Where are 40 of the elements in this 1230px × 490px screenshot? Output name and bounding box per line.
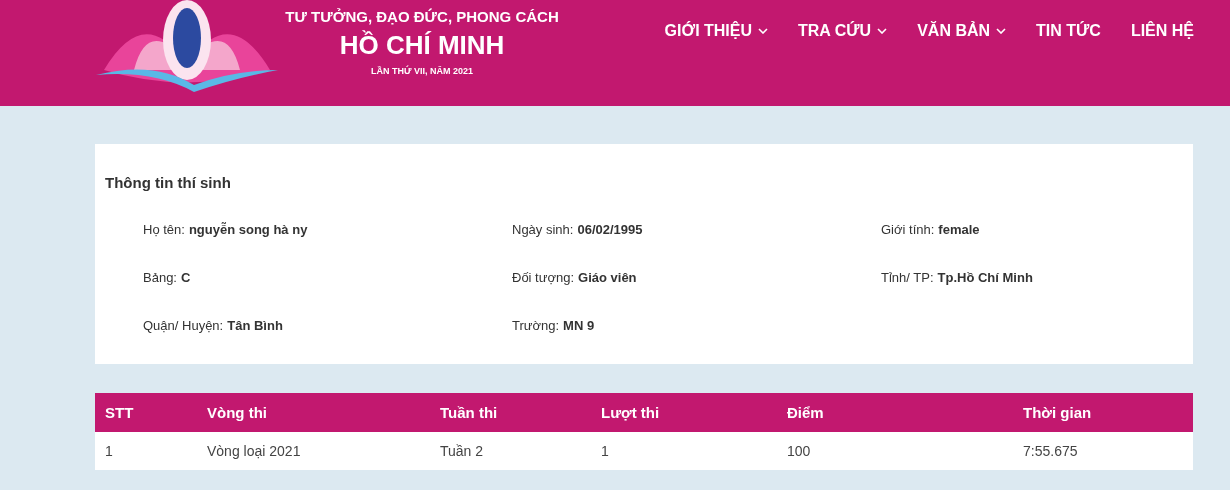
- table-cell: Tuần 2: [430, 432, 591, 470]
- table-cell: 1: [95, 432, 197, 470]
- table-cell: 1: [591, 432, 777, 470]
- site-title: TƯ TƯỞNG, ĐẠO ĐỨC, PHONG CÁCH: [285, 7, 559, 27]
- field-label: Đối tượng:: [512, 269, 575, 287]
- field-label: Quận/ Huyện:: [143, 317, 224, 335]
- column-header: STT: [95, 393, 197, 432]
- field-label: Trường:: [512, 317, 560, 335]
- card-title: Thông tin thí sinh: [105, 174, 232, 191]
- site-title: HỒ CHÍ MINH: [339, 29, 505, 62]
- table-cell: Vòng loại 2021: [197, 432, 430, 470]
- nav-link[interactable]: GIỚI THIỆU: [664, 22, 769, 40]
- nav-link[interactable]: TIN TỨC: [1036, 22, 1101, 40]
- site-title: LẦN THỨ VII, NĂM 2021: [371, 64, 473, 78]
- nav-link[interactable]: TRA CỨU: [798, 22, 888, 40]
- field-value: nguyễn song hà ny: [188, 221, 308, 239]
- field-label: Ngày sinh:: [512, 221, 574, 239]
- column-header: Vòng thi: [197, 393, 430, 432]
- chevron-down-icon: [758, 28, 769, 34]
- field-value: MN 9: [563, 317, 595, 335]
- field-label: Bảng:: [143, 269, 177, 287]
- field-value: female: [938, 221, 980, 239]
- column-header: Thời gian: [1013, 393, 1193, 432]
- chevron-down-icon: [996, 28, 1007, 34]
- field-value: Giáo viên: [578, 269, 637, 287]
- field-label: Họ tên:: [143, 221, 185, 239]
- column-header: Lượt thi: [591, 393, 777, 432]
- field-value: C: [181, 269, 191, 287]
- table-cell: 7:55.675: [1013, 432, 1193, 470]
- field-label: Tỉnh/ TP:: [881, 269, 934, 287]
- field-value: 06/02/1995: [577, 221, 643, 239]
- field-label: Giới tính:: [881, 221, 935, 239]
- column-header: Tuần thi: [430, 393, 591, 432]
- chevron-down-icon: [877, 28, 888, 34]
- field-value: Tp.Hồ Chí Minh: [937, 269, 1033, 287]
- field-value: Tân Bình: [227, 317, 283, 335]
- nav-link[interactable]: VĂN BẢN: [917, 22, 1007, 40]
- nav-link[interactable]: LIÊN HỆ: [1130, 22, 1194, 40]
- table-cell: 100: [777, 432, 1013, 470]
- column-header: Điểm: [777, 393, 1013, 432]
